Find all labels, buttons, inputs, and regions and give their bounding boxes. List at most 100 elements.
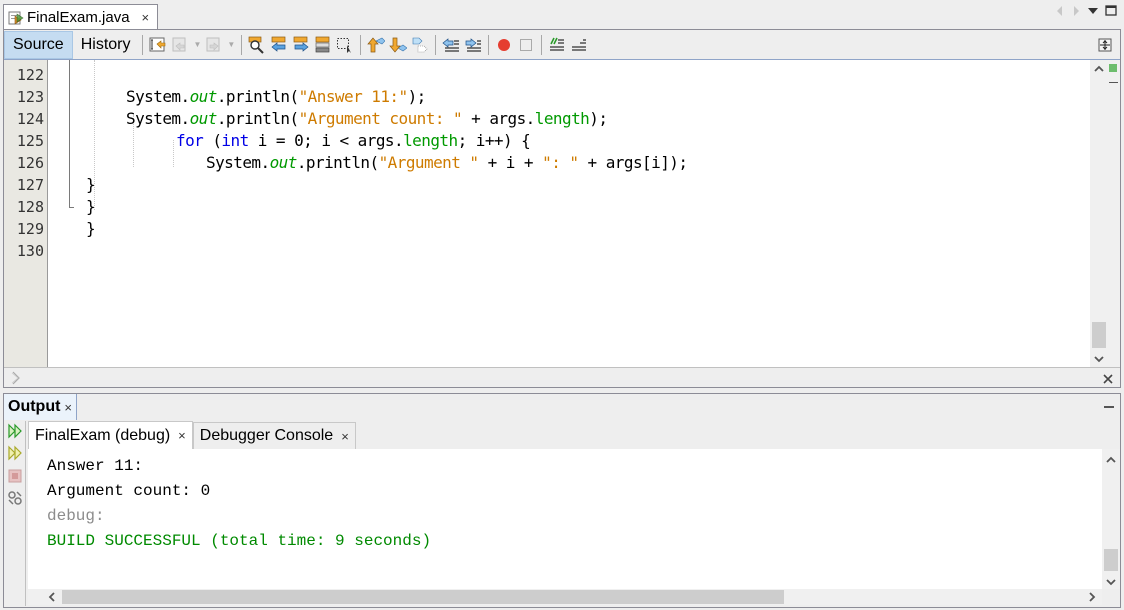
toolbar-separator — [435, 34, 437, 55]
maximize-window-icon[interactable] — [1105, 4, 1117, 22]
toolbar-separator — [360, 34, 362, 55]
toolbar-separator — [241, 34, 243, 55]
split-editor-icon[interactable] — [1094, 34, 1116, 56]
start-macro-recording-icon[interactable] — [493, 34, 515, 56]
find-previous-icon[interactable] — [268, 34, 290, 56]
indent-guide — [173, 140, 174, 167]
next-bookmark-icon[interactable] — [387, 34, 409, 56]
line-number: 126 — [16, 154, 44, 172]
breadcrumb-chevron-icon[interactable] — [11, 371, 21, 390]
breadcrumb-bar — [4, 367, 1120, 387]
shift-line-left-icon[interactable] — [440, 34, 462, 56]
toolbar-separator — [142, 34, 144, 55]
console-hscroll-thumb[interactable] — [62, 590, 784, 604]
editor-toolbar: Source History ▼ ▼ — [4, 30, 1120, 60]
tab-finalexam-java[interactable]: FinalExam.java × — [3, 4, 158, 30]
console-line: Answer 11: — [47, 457, 144, 475]
scroll-left-icon[interactable] — [48, 592, 56, 604]
code-line-124: System.out.println("Argument count: " + … — [126, 109, 608, 128]
line-number: 125 — [16, 132, 44, 150]
editor-tab-strip: FinalExam.java × — [0, 0, 1124, 30]
line-number: 122 — [16, 66, 44, 84]
scroll-right-icon[interactable] — [1088, 592, 1096, 604]
code-line-127: } — [86, 175, 96, 194]
console-vertical-scrollbar[interactable] — [1102, 449, 1120, 589]
code-editor[interactable]: System.out.println("Answer 11:"); System… — [49, 60, 1089, 367]
close-output-icon[interactable]: × — [64, 400, 72, 415]
editor-window: Source History ▼ ▼ 122 123 124 125 126 1… — [3, 29, 1121, 388]
console-line: BUILD SUCCESSFUL (total time: 9 seconds) — [47, 532, 432, 550]
scroll-down-icon[interactable] — [1094, 353, 1104, 365]
history-view-button[interactable]: History — [73, 31, 139, 59]
output-header: Output × — [4, 394, 1120, 420]
forward-dropdown-icon[interactable]: ▼ — [227, 40, 235, 49]
console-output[interactable]: Answer 11: Argument count: 0 debug: BUIL… — [28, 449, 1102, 589]
output-tab-label: Output — [8, 398, 61, 415]
close-breadcrumb-icon[interactable] — [1103, 371, 1113, 389]
no-errors-indicator — [1109, 64, 1117, 72]
line-number-gutter: 122 123 124 125 126 127 128 129 130 — [4, 60, 48, 367]
toggle-bookmark-icon[interactable] — [409, 34, 431, 56]
settings-icon[interactable] — [7, 490, 23, 506]
scroll-down-icon[interactable] — [1106, 576, 1116, 588]
scroll-tabs-left-icon[interactable] — [1055, 4, 1065, 22]
tab-navigation — [1055, 4, 1117, 22]
rerun-icon[interactable] — [7, 423, 23, 439]
stop-icon[interactable] — [7, 468, 23, 484]
source-view-button[interactable]: Source — [4, 30, 73, 59]
forward-icon[interactable] — [203, 34, 225, 56]
find-next-icon[interactable] — [290, 34, 312, 56]
tab-label: FinalExam.java — [27, 9, 130, 26]
code-line-123: System.out.println("Answer 11:"); — [126, 87, 426, 106]
scroll-up-icon[interactable] — [1094, 63, 1104, 75]
line-number: 123 — [16, 88, 44, 106]
tab-output[interactable]: Output × — [4, 394, 78, 420]
code-line-129: } — [86, 219, 96, 238]
code-line-125: for (int i = 0; i < args.length; i++) { — [176, 131, 531, 150]
line-number: 124 — [16, 110, 44, 128]
console-line: debug: — [47, 507, 105, 525]
toggle-highlight-search-icon[interactable] — [312, 34, 334, 56]
stop-macro-recording-icon[interactable] — [515, 34, 537, 56]
error-stripe[interactable] — [1108, 60, 1120, 367]
line-number: 128 — [16, 198, 44, 216]
rectangular-selection-icon[interactable] — [334, 34, 356, 56]
console-scroll-thumb[interactable] — [1104, 549, 1118, 571]
tab-finalexam-debug[interactable]: FinalExam (debug) × — [28, 421, 193, 449]
subtab-label: FinalExam (debug) — [35, 426, 171, 444]
output-subtabs: FinalExam (debug) × Debugger Console × — [28, 421, 356, 449]
output-actions-sidebar — [4, 421, 26, 606]
show-opened-documents-icon[interactable] — [1087, 4, 1099, 22]
close-subtab-icon[interactable]: × — [178, 428, 186, 443]
uncomment-icon[interactable] — [568, 34, 590, 56]
back-dropdown-icon[interactable]: ▼ — [193, 40, 201, 49]
console-horizontal-scrollbar[interactable] — [28, 589, 1102, 605]
code-fold-line — [69, 60, 70, 208]
line-number: 129 — [16, 220, 44, 238]
java-file-icon — [8, 10, 24, 26]
previous-bookmark-icon[interactable] — [365, 34, 387, 56]
line-number: 130 — [16, 242, 44, 260]
toolbar-separator — [488, 34, 490, 55]
tab-debugger-console[interactable]: Debugger Console × — [192, 422, 356, 449]
last-edit-icon[interactable] — [147, 34, 169, 56]
close-tab-icon[interactable]: × — [142, 10, 150, 25]
output-window: Output × FinalExam (debug) × Debugger Co… — [3, 393, 1121, 608]
shift-line-right-icon[interactable] — [462, 34, 484, 56]
comment-icon[interactable] — [546, 34, 568, 56]
minimize-icon[interactable] — [1104, 406, 1114, 408]
editor-vertical-scrollbar[interactable] — [1090, 60, 1108, 367]
close-subtab-icon[interactable]: × — [341, 429, 349, 444]
subtab-label: Debugger Console — [199, 427, 334, 444]
scroll-up-icon[interactable] — [1106, 454, 1116, 466]
editor-scroll-thumb[interactable] — [1092, 322, 1106, 348]
line-number: 127 — [16, 176, 44, 194]
code-fold-end — [69, 207, 74, 208]
toolbar-separator — [541, 34, 543, 55]
scroll-tabs-right-icon[interactable] — [1071, 4, 1081, 22]
find-icon[interactable] — [246, 34, 268, 56]
code-line-126: System.out.println("Argument " + i + ": … — [206, 153, 688, 172]
caret-position-marker — [1109, 82, 1118, 83]
back-icon[interactable] — [169, 34, 191, 56]
rerun-with-options-icon[interactable] — [7, 445, 23, 461]
